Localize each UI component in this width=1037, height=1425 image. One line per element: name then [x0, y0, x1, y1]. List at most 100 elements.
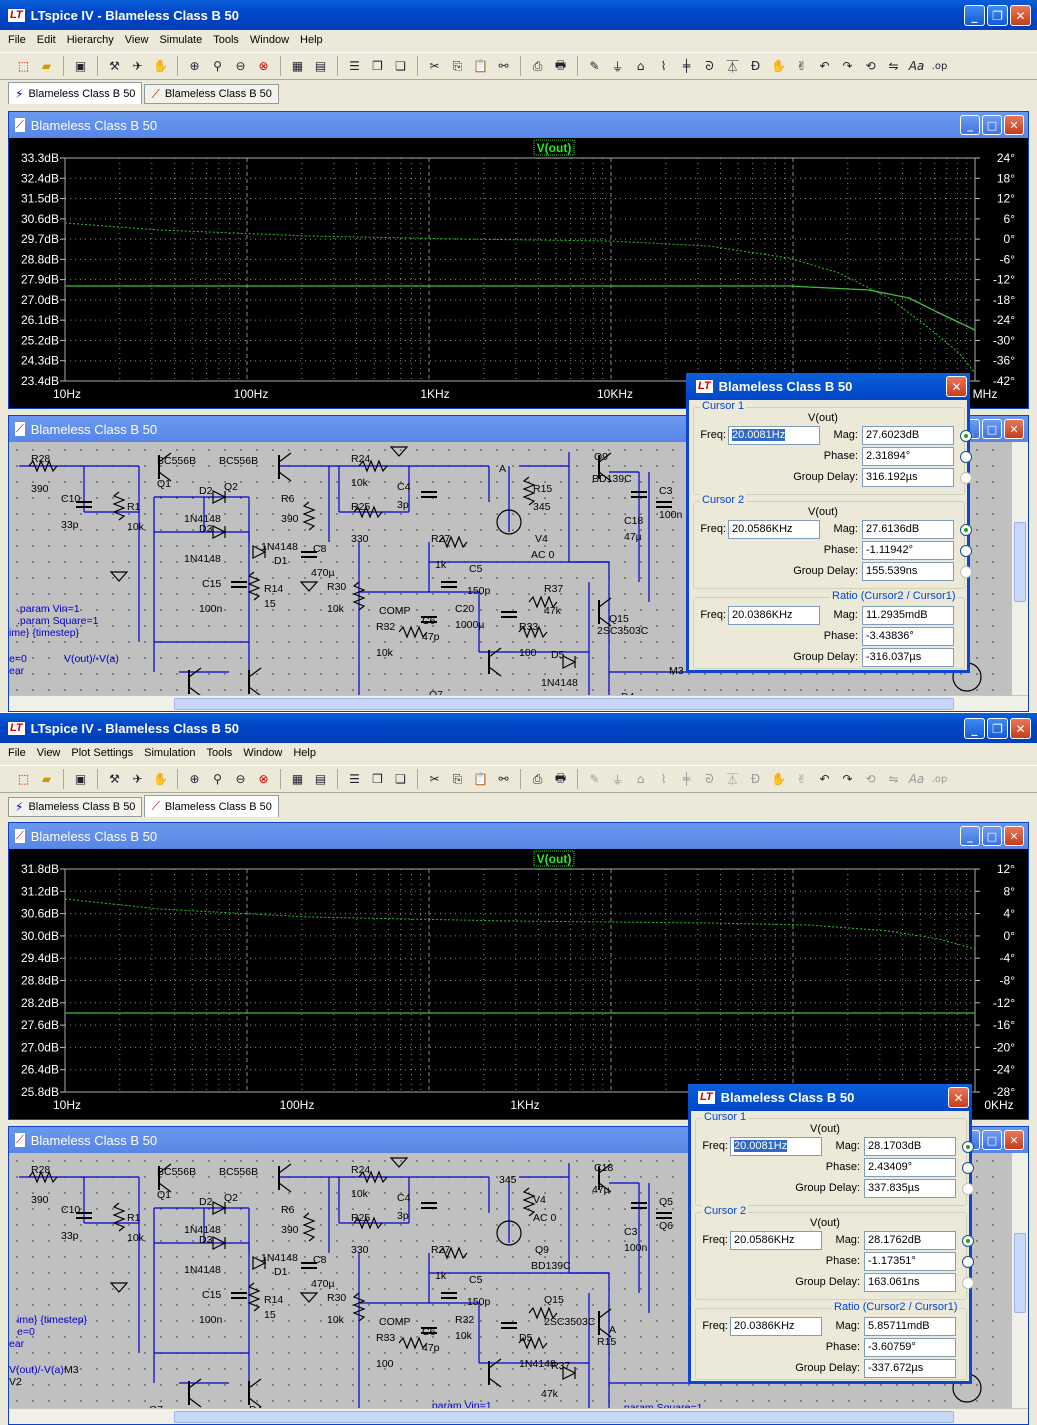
schematic-label[interactable]: COMP — [379, 1316, 411, 1328]
schematic-label[interactable]: 100n — [199, 603, 223, 615]
schematic-label[interactable]: 15 — [264, 598, 276, 610]
cascade-icon[interactable]: ❒ — [368, 770, 387, 789]
cascade-icon[interactable]: ❒ — [368, 57, 387, 76]
schematic-label[interactable]: Q15 — [544, 1294, 564, 1306]
schematic-label[interactable]: Q2 — [224, 1192, 238, 1204]
schematic-label[interactable]: ear — [9, 665, 25, 677]
tile-vertical-icon[interactable]: ❏ — [391, 770, 410, 789]
schematic-label[interactable]: BC556B — [219, 455, 258, 467]
c2-mag-radio[interactable] — [962, 1235, 974, 1247]
schematic-label[interactable]: 3p — [397, 499, 409, 511]
schematic-label[interactable]: R1 — [127, 1212, 141, 1224]
schematic-label[interactable]: C3 — [624, 1226, 638, 1238]
schematic-label[interactable]: 10k — [455, 1330, 473, 1342]
schematic-label[interactable]: 100 — [376, 1358, 394, 1370]
schematic-label[interactable]: 10k — [127, 521, 145, 533]
r-phase-field[interactable]: -3.60759° — [864, 1338, 956, 1357]
run-icon[interactable]: ✈ — [128, 57, 147, 76]
schematic-label[interactable]: 33p — [61, 519, 79, 531]
menu-edit[interactable]: Edit — [37, 34, 56, 46]
c2-phase-field[interactable]: -1.17351° — [864, 1252, 956, 1271]
schematic-label[interactable]: R27 — [431, 533, 450, 545]
plot-close-button[interactable]: ✕ — [1004, 826, 1024, 846]
schematic-label[interactable]: R32 — [376, 621, 395, 633]
control-panel-icon[interactable]: ⚒ — [105, 770, 124, 789]
schematic-maximize-button[interactable]: □ — [982, 1130, 1002, 1150]
schematic-label[interactable]: 150p — [467, 1296, 491, 1308]
schematic-label[interactable]: 470µ — [311, 1278, 335, 1290]
halt-icon[interactable]: ✋ — [151, 770, 170, 789]
zoom-cancel-icon[interactable]: ⊗ — [254, 57, 273, 76]
schematic-label[interactable]: D3 — [199, 1234, 213, 1246]
menu-simulation[interactable]: Simulation — [144, 747, 195, 759]
c2-mag-radio[interactable] — [960, 524, 972, 536]
schematic-label[interactable]: .param Vin=1 — [429, 1400, 492, 1408]
pan-icon[interactable]: ⚲ — [208, 770, 227, 789]
tab-schematic[interactable]: ⚡ Blameless Class B 50 — [8, 797, 143, 817]
schematic-label[interactable]: C6 — [422, 1326, 436, 1338]
c2-phase-field[interactable]: -1.11942° — [862, 541, 954, 560]
undo-icon[interactable]: ↶ — [815, 770, 834, 789]
schematic-label[interactable]: C4 — [397, 1192, 411, 1204]
plot-close-button[interactable]: ✕ — [1004, 115, 1024, 135]
zoom-out-icon[interactable]: ⊖ — [231, 770, 250, 789]
print-icon[interactable]: 🖶 — [551, 57, 570, 76]
schematic-label[interactable]: R32 — [455, 1314, 474, 1326]
schematic-label[interactable]: AC 0 — [533, 1212, 557, 1224]
r-mag-field[interactable]: 5.85711mdB — [864, 1317, 956, 1336]
schematic-label[interactable]: C15 — [202, 578, 221, 590]
print-setup-icon[interactable]: ⎙ — [528, 770, 547, 789]
schematic-label[interactable]: BC556B — [157, 455, 196, 467]
schematic-label[interactable]: 47k — [544, 605, 562, 617]
schematic-label[interactable]: C15 — [202, 1289, 221, 1301]
schematic-label[interactable]: 10k — [327, 1314, 345, 1326]
schematic-label[interactable]: 470µ — [311, 567, 335, 579]
schematic-label[interactable]: Q9 — [594, 451, 608, 463]
c1-phase-radio[interactable] — [962, 1162, 974, 1174]
new-schematic-icon[interactable]: ⬚ — [14, 57, 33, 76]
plot-maximize-button[interactable]: □ — [982, 826, 1002, 846]
schematic-label[interactable]: ime} {timestep} — [9, 627, 80, 639]
close-button[interactable]: ✕ — [1010, 718, 1031, 739]
schematic-label[interactable]: R15 — [533, 483, 552, 495]
autorange-icon[interactable]: ▦ — [288, 57, 307, 76]
minimize-button[interactable]: _ — [964, 718, 985, 739]
cursor-dialog-close-button[interactable]: ✕ — [948, 1087, 969, 1108]
c1-mag-radio[interactable] — [962, 1141, 974, 1153]
schematic-label[interactable]: 330 — [351, 533, 369, 545]
schematic-label[interactable]: 1N4148 — [184, 1264, 221, 1276]
schematic-label[interactable]: Q9 — [535, 1244, 549, 1256]
find-icon[interactable]: ⚯ — [494, 770, 513, 789]
save-icon[interactable]: ▣ — [71, 57, 90, 76]
schematic-label[interactable]: V4 — [533, 1194, 546, 1206]
schematic-label[interactable]: ime} {timestep} — [17, 1314, 88, 1326]
schematic-label[interactable]: 390 — [281, 1224, 299, 1236]
redo-icon[interactable]: ↷ — [838, 57, 857, 76]
c2-freq-field[interactable]: 20.0586KHz — [730, 1231, 822, 1250]
schematic-label[interactable]: 390 — [31, 483, 49, 495]
c1-mag-field[interactable]: 28.1703dB — [864, 1137, 956, 1156]
maximize-button[interactable]: ❐ — [987, 5, 1008, 26]
schematic-label[interactable]: R33 — [376, 1332, 395, 1344]
c1-phase-field[interactable]: 2.43409° — [864, 1158, 956, 1177]
schematic-label[interactable]: 1k — [435, 559, 447, 571]
redo-icon[interactable]: ↷ — [838, 770, 857, 789]
print-icon[interactable]: 🖶 — [551, 770, 570, 789]
schematic-label[interactable]: 1N4148 — [261, 1252, 298, 1264]
schematic-label[interactable]: 47p — [422, 1342, 440, 1354]
schematic-label[interactable]: 100 — [519, 647, 537, 659]
control-panel-icon[interactable]: ⚒ — [105, 57, 124, 76]
paste-icon[interactable]: 📋 — [471, 770, 490, 789]
schematic-label[interactable]: 10k — [127, 1232, 145, 1244]
schematic-label[interactable]: 15 — [264, 1309, 276, 1321]
spice-directive-icon[interactable]: .op — [930, 57, 949, 76]
schematic-label[interactable]: 1N4148 — [261, 541, 298, 553]
schematic-label[interactable]: 345 — [533, 501, 551, 513]
menu-window[interactable]: Window — [243, 747, 282, 759]
schematic-label[interactable]: C10 — [61, 1204, 80, 1216]
schematic-label[interactable]: 345 — [499, 1174, 517, 1186]
tab-plot[interactable]: ⟋ Blameless Class B 50 — [144, 795, 279, 817]
r-freq-field[interactable]: 20.0386KHz — [728, 606, 820, 625]
r-group-delay-field[interactable]: -337.672µs — [864, 1359, 956, 1378]
move-icon[interactable]: ✋ — [769, 57, 788, 76]
